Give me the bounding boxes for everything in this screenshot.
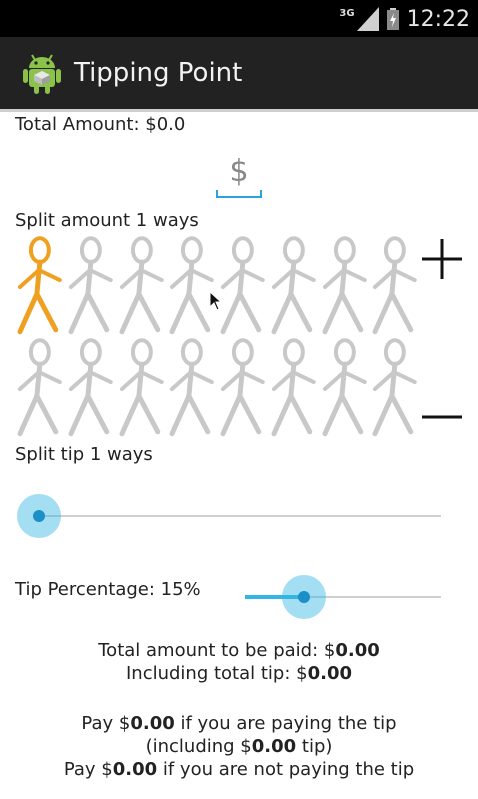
split-amount-label: Split amount 1 ways [15,210,199,231]
total-tip-value: 0.00 [307,663,353,684]
pay-with-tip-value: 0.00 [130,713,175,734]
total-amount-label: Total Amount: $0.0 [15,114,186,135]
android-icon[interactable] [20,51,64,95]
action-bar-divider [0,109,478,112]
per-person-summary: Pay $0.00 if you are paying the tip (inc… [0,712,478,781]
battery-icon [386,8,399,30]
person-icon[interactable] [217,234,268,336]
tip-percentage-label: Tip Percentage: 15% [15,579,201,600]
person-icon[interactable] [166,234,217,336]
status-icons: 3G 12:22 [339,5,470,33]
person-icon[interactable] [116,336,167,438]
status-bar: 3G 12:22 [0,0,478,37]
person-icon[interactable] [268,336,319,438]
mouse-cursor-icon [210,292,222,311]
split-tip-slider-track[interactable] [39,515,441,517]
split-tip-label: Split tip 1 ways [15,444,153,465]
total-to-pay: Total amount to be paid: $0.00 [98,640,380,661]
person-icon[interactable] [65,336,116,438]
network-type-label: 3G [339,7,355,19]
pay-without-tip-value: 0.00 [112,759,158,780]
action-bar: Tipping Point [0,37,478,109]
person-icon-selected[interactable] [14,234,65,336]
amount-input-placeholder: $ [229,154,249,189]
split-tip-slider-thumb-dot [33,510,45,522]
person-icon[interactable] [166,336,217,438]
person-icon[interactable] [319,336,370,438]
minus-icon[interactable] [419,394,465,440]
person-icon[interactable] [14,336,65,438]
person-icon[interactable] [319,234,370,336]
tip-percentage-slider-thumb-dot [297,591,310,603]
person-icon[interactable] [369,336,420,438]
amount-input[interactable]: $ [216,152,262,198]
person-icon[interactable] [369,234,420,336]
people-selector [14,234,420,438]
total-tip: Including total tip: $0.00 [125,663,353,684]
including-tip-value: 0.00 [251,736,297,757]
including-tip: (including $0.00 tip) [145,736,333,757]
person-icon[interactable] [217,336,268,438]
total-to-pay-value: 0.00 [335,640,380,661]
person-icon[interactable] [116,234,167,336]
app-title: Tipping Point [74,58,243,88]
totals-summary: Total amount to be paid: $0.00 Including… [0,639,478,685]
amount-input-underline [216,190,262,198]
plus-icon[interactable] [419,236,465,282]
people-row [14,336,420,438]
clock: 12:22 [406,6,470,32]
person-icon[interactable] [65,234,116,336]
pay-without-tip: Pay $0.00 if you are not paying the tip [63,759,415,780]
pay-with-tip: Pay $0.00 if you are paying the tip [81,713,397,734]
signal-icon [356,7,379,31]
person-icon[interactable] [268,234,319,336]
tip-percentage-slider-thumb[interactable] [281,575,326,619]
people-row [14,234,420,336]
split-tip-slider-thumb[interactable] [17,494,61,538]
